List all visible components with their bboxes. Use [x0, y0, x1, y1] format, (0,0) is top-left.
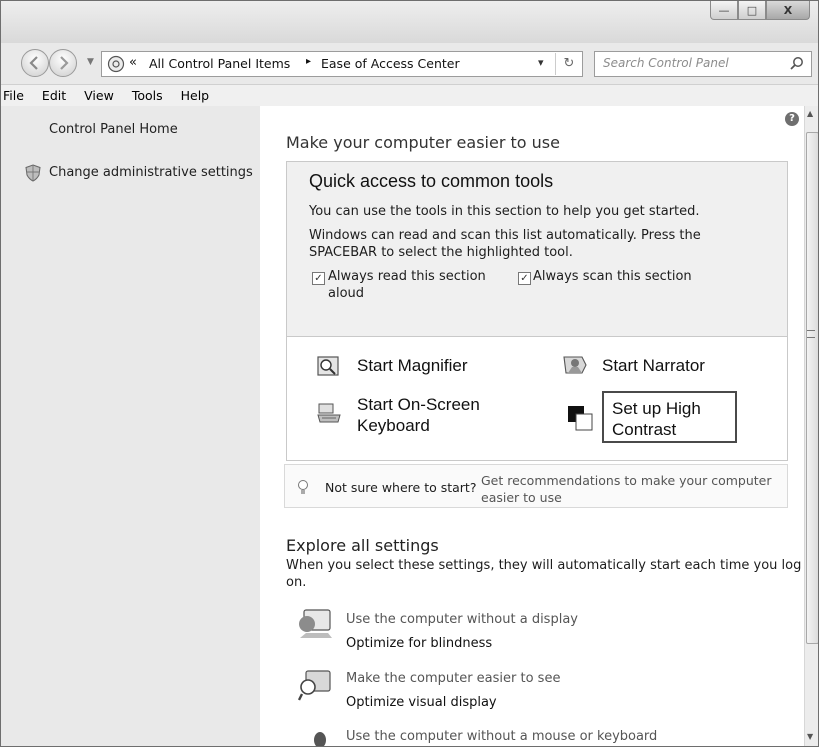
- menu-file[interactable]: File: [1, 85, 33, 106]
- maximize-button[interactable]: □: [738, 1, 766, 20]
- menu-help[interactable]: Help: [172, 85, 219, 106]
- content-pane: ? Make your computer easier to use Quick…: [260, 106, 805, 746]
- easier-to-see-icon: [298, 670, 331, 701]
- not-sure-text: Not sure where to start?: [325, 480, 477, 495]
- osk-label-line-2: Keyboard: [357, 416, 430, 435]
- high-contrast-label-line-1: Set up High: [612, 399, 701, 418]
- caption-buttons: — □ X: [710, 1, 810, 20]
- scroll-grip-icon: [807, 330, 815, 338]
- high-contrast-icon: [568, 406, 593, 431]
- auto-read-info-line-1: Windows can read and scan this list auto…: [309, 228, 701, 243]
- close-button[interactable]: X: [766, 1, 810, 20]
- keyboard-icon: [317, 403, 341, 423]
- lightbulb-icon: [298, 480, 308, 494]
- optimize-for-blindness-text: Optimize for blindness: [346, 636, 493, 651]
- start-narrator-link[interactable]: Start Narrator: [602, 355, 705, 376]
- control-panel-icon: [107, 55, 125, 73]
- auto-read-info-line-2: SPACEBAR to select the highlighted tool.: [309, 245, 573, 260]
- back-arrow-icon: [29, 56, 38, 70]
- vertical-scrollbar[interactable]: ▲ ▼: [804, 106, 818, 746]
- optimize-visual-display-text: Optimize visual display: [346, 695, 497, 710]
- explore-title: Explore all settings: [286, 536, 439, 555]
- menu-bar: File Edit View Tools Help: [1, 84, 818, 107]
- osk-label-line-1: Start On-Screen: [357, 395, 480, 414]
- start-magnifier-link[interactable]: Start Magnifier: [357, 355, 468, 376]
- title-bar: — □ X: [1, 1, 818, 43]
- search-box[interactable]: Search Control Panel: [594, 51, 812, 77]
- set-up-high-contrast-link[interactable]: Set up High Contrast: [602, 391, 737, 443]
- scrollbar-thumb[interactable]: [806, 132, 818, 644]
- navigation-bar: ▼ « All Control Panel Items ▸ Ease of Ac…: [1, 47, 818, 81]
- refresh-button[interactable]: ↻: [555, 53, 582, 75]
- read-aloud-label-line-2: aloud: [328, 286, 365, 301]
- recommendation-hint: Not sure where to start? Get recommendat…: [284, 464, 788, 508]
- quick-access-header: Quick access to common tools You can use…: [287, 162, 787, 337]
- get-recommendations-link[interactable]: Get recommendations to make your compute…: [481, 472, 772, 506]
- high-contrast-label-line-2: Contrast: [612, 420, 677, 439]
- scroll-down-arrow[interactable]: ▼: [807, 732, 813, 741]
- change-admin-settings-link[interactable]: Change administrative settings: [49, 165, 253, 180]
- read-aloud-checkbox[interactable]: ✓: [312, 272, 325, 285]
- menu-tools[interactable]: Tools: [123, 85, 172, 106]
- make-easier-to-see-link[interactable]: Make the computer easier to see: [346, 671, 560, 686]
- use-without-display-link[interactable]: Use the computer without a display: [346, 612, 578, 627]
- forward-arrow-icon: [60, 56, 69, 70]
- forward-button[interactable]: [49, 49, 77, 77]
- explore-description-line-1: When you select these settings, they wil…: [286, 558, 802, 573]
- start-on-screen-keyboard-link[interactable]: Start On-Screen Keyboard: [357, 394, 480, 436]
- explore-description-line-2: on.: [286, 575, 307, 590]
- scan-checkbox[interactable]: ✓: [518, 272, 531, 285]
- get-recommendations-line-1: Get recommendations to make your compute…: [481, 473, 772, 488]
- breadcrumb-separator[interactable]: ▸: [306, 56, 311, 67]
- scan-label: Always scan this section: [533, 269, 692, 284]
- display-blindness-icon: [299, 609, 332, 638]
- window: — □ X ▼ « All Control Panel Items ▸ Ease…: [0, 0, 819, 747]
- shield-icon: [25, 164, 41, 182]
- address-chevron[interactable]: «: [129, 55, 137, 70]
- scroll-up-arrow[interactable]: ▲: [807, 109, 813, 118]
- mouse-keyboard-icon: [314, 732, 326, 746]
- narrator-icon: [563, 356, 587, 374]
- minimize-button[interactable]: —: [710, 1, 738, 20]
- read-aloud-label-line-1: Always read this section: [328, 269, 486, 284]
- back-button[interactable]: [21, 49, 49, 77]
- task-pane: Control Panel Home Change administrative…: [1, 106, 260, 746]
- breadcrumb-ease-of-access[interactable]: Ease of Access Center: [321, 56, 460, 71]
- quick-access-tools: Start Magnifier Start Narrator Start On-…: [287, 337, 787, 460]
- menu-view[interactable]: View: [75, 85, 123, 106]
- quick-access-intro: You can use the tools in this section to…: [309, 204, 700, 219]
- control-panel-home-link[interactable]: Control Panel Home: [49, 122, 178, 137]
- help-icon[interactable]: ?: [785, 112, 799, 126]
- recent-pages-dropdown[interactable]: ▼: [87, 57, 94, 67]
- page-title: Make your computer easier to use: [286, 133, 560, 152]
- quick-access-panel: Quick access to common tools You can use…: [286, 161, 788, 461]
- address-dropdown[interactable]: ▾: [538, 56, 544, 69]
- magnifier-icon: [317, 356, 339, 376]
- breadcrumb-all-items[interactable]: All Control Panel Items: [149, 56, 290, 71]
- quick-access-title: Quick access to common tools: [309, 171, 554, 191]
- search-icon[interactable]: [789, 56, 805, 72]
- address-bar[interactable]: « All Control Panel Items ▸ Ease of Acce…: [101, 51, 583, 77]
- get-recommendations-line-2: easier to use: [481, 490, 562, 505]
- use-without-mouse-keyboard-link[interactable]: Use the computer without a mouse or keyb…: [346, 729, 657, 744]
- menu-edit[interactable]: Edit: [33, 85, 75, 106]
- search-input[interactable]: Search Control Panel: [603, 56, 729, 70]
